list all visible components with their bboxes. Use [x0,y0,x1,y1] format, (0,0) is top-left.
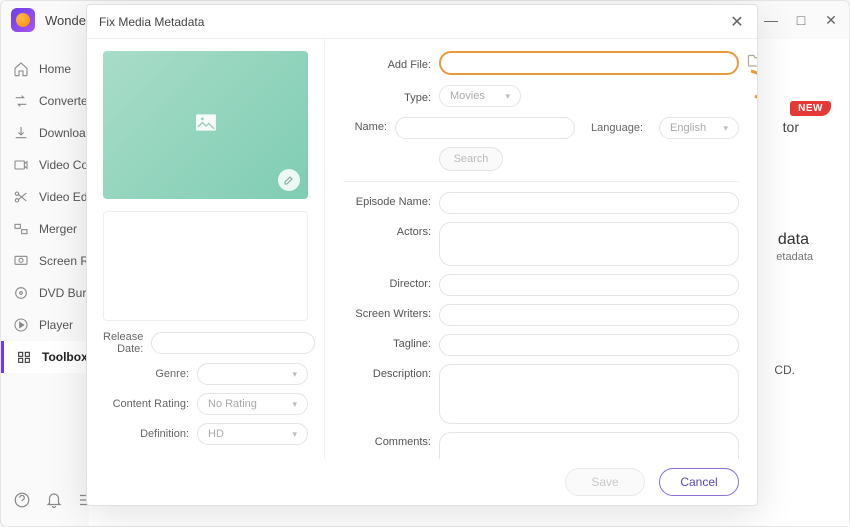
rating-label: Content Rating: [103,398,197,410]
bg-peek-text: CD. [774,363,795,377]
dialog-right-pane: Add File: Type: Movies▾ Name: Language: … [325,39,757,459]
writers-input[interactable] [439,304,739,326]
dialog-body: Release Date: Genre: ▾ Content Rating: N… [87,39,757,459]
rating-select[interactable]: No Rating▾ [197,393,308,415]
footer-icons [13,491,95,514]
language-label: Language: [591,122,643,134]
sidebar-item-video-compressor[interactable]: Video Co [1,149,89,181]
chevron-down-icon: ▾ [505,91,510,102]
genre-label: Genre: [103,368,197,380]
definition-label: Definition: [103,428,197,440]
release-date-input[interactable] [151,332,315,354]
results-list [103,211,308,321]
download-icon [13,125,29,141]
tagline-input[interactable] [439,334,739,356]
sidebar-item-label: Video Co [39,158,88,172]
release-date-label: Release Date: [103,331,151,355]
sidebar-item-label: Screen R [39,254,89,268]
description-label: Description: [325,364,439,380]
add-file-label: Add File: [325,55,439,71]
tagline-label: Tagline: [325,334,439,350]
metadata-dialog: Fix Media Metadata ✕ Release Date: Genre [86,4,758,506]
sidebar-item-dvd-burner[interactable]: DVD Bur [1,277,89,309]
description-input[interactable] [439,364,739,424]
app-title: Wonder [45,13,90,28]
minimize-button[interactable]: — [763,12,779,29]
sidebar-item-toolbox[interactable]: Toolbox [1,341,89,373]
episode-input[interactable] [439,192,739,214]
bg-peek-text: data [778,231,809,249]
sidebar-item-label: Player [39,318,73,332]
maximize-button[interactable]: □ [793,12,809,29]
sidebar-item-downloader[interactable]: Downloa [1,117,89,149]
disc-icon [13,285,29,301]
dialog-titlebar: Fix Media Metadata ✕ [87,5,757,39]
sidebar-item-label: Video Ed [39,190,88,204]
image-placeholder-icon [195,114,217,137]
help-icon[interactable] [13,491,31,514]
dialog-title: Fix Media Metadata [99,15,204,29]
sidebar-item-screen-recorder[interactable]: Screen R [1,245,89,277]
comments-label: Comments: [325,432,439,448]
sidebar-item-label: Toolbox [42,350,88,364]
home-icon [13,61,29,77]
type-label: Type: [325,88,439,104]
bell-icon[interactable] [45,491,63,514]
sidebar-item-label: Downloa [39,126,86,140]
thumbnail-placeholder [103,51,308,199]
language-select[interactable]: English▾ [659,117,739,139]
actors-label: Actors: [325,222,439,238]
left-meta-form: Release Date: Genre: ▾ Content Rating: N… [103,331,308,453]
chevron-down-icon: ▾ [292,369,297,380]
dialog-footer: Save Cancel [87,459,757,505]
add-file-input[interactable] [439,51,739,75]
record-icon [13,253,29,269]
close-button[interactable]: ✕ [823,12,839,29]
window-controls: — □ ✕ [763,12,839,29]
sidebar-item-video-editor[interactable]: Video Ed [1,181,89,213]
sidebar-item-label: Merger [39,222,77,236]
writers-label: Screen Writers: [325,304,439,320]
chevron-down-icon: ▾ [292,399,297,410]
scissors-icon [13,189,29,205]
bg-peek-text: etadata [776,251,813,263]
episode-label: Episode Name: [325,192,439,208]
toolbox-icon [16,349,32,365]
sidebar-item-home[interactable]: Home [1,53,89,85]
edit-thumbnail-button[interactable] [278,169,300,191]
sidebar-item-player[interactable]: Player [1,309,89,341]
search-button[interactable]: Search [439,147,503,171]
convert-icon [13,93,29,109]
definition-select[interactable]: HD▾ [197,423,308,445]
dialog-close-button[interactable]: ✕ [729,14,745,30]
sidebar-item-label: DVD Bur [39,286,86,300]
comments-input[interactable] [439,432,739,459]
play-icon [13,317,29,333]
divider [343,181,739,182]
sidebar: Home Converte Downloa Video Co Video Ed … [1,39,89,526]
sidebar-item-label: Converte [39,94,88,108]
new-badge: NEW [790,101,831,116]
sidebar-item-merger[interactable]: Merger [1,213,89,245]
name-input[interactable] [395,117,575,139]
save-button[interactable]: Save [565,468,645,496]
sidebar-item-converter[interactable]: Converte [1,85,89,117]
genre-select[interactable]: ▾ [197,363,308,385]
sidebar-item-label: Home [39,62,71,76]
bg-peek-text: tor [783,119,799,135]
director-label: Director: [325,274,439,290]
name-label: Name: [325,117,395,133]
type-select[interactable]: Movies▾ [439,85,521,107]
dialog-left-pane: Release Date: Genre: ▾ Content Rating: N… [87,39,325,459]
chevron-down-icon: ▾ [723,123,728,134]
annotation-arrow-icon [747,69,757,105]
merge-icon [13,221,29,237]
actors-input[interactable] [439,222,739,266]
chevron-down-icon: ▾ [292,429,297,440]
cancel-button[interactable]: Cancel [659,468,739,496]
director-input[interactable] [439,274,739,296]
video-icon [13,157,29,173]
app-logo-icon [11,8,35,32]
